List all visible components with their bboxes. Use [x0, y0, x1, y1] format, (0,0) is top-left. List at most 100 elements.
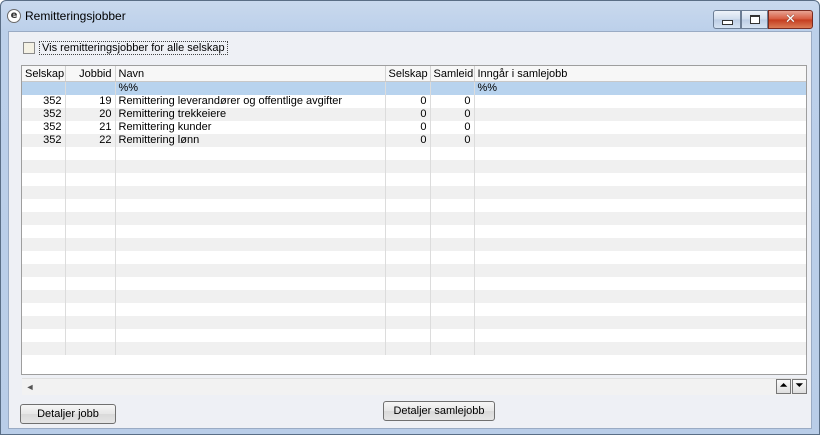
empty-cell — [385, 264, 431, 277]
empty-cell — [385, 277, 431, 290]
empty-cell — [430, 238, 475, 251]
table-cell: 0 — [385, 134, 431, 147]
app-logo-icon: e — [7, 9, 21, 23]
empty-cell — [430, 147, 475, 160]
filter-cell[interactable] — [22, 81, 66, 95]
empty-cell — [115, 212, 386, 225]
title-bar[interactable]: e Remitteringsjobber ✕ — [1, 1, 819, 31]
empty-cell — [22, 290, 66, 303]
empty-cell — [115, 199, 386, 212]
scroll-left-icon[interactable]: ◄ — [24, 381, 36, 393]
empty-cell — [474, 290, 806, 303]
empty-cell — [22, 147, 66, 160]
close-icon: ✕ — [785, 12, 796, 27]
empty-cell — [474, 186, 806, 199]
empty-cell — [430, 342, 475, 355]
empty-cell — [430, 186, 475, 199]
col-header-navn[interactable]: Navn — [115, 66, 386, 82]
filter-cell[interactable]: %% — [115, 81, 386, 95]
table-cell: 0 — [385, 95, 431, 108]
col-header-jobbid[interactable]: Jobbid — [65, 66, 116, 82]
detaljer-samlejobb-button[interactable]: Detaljer samlejobb — [383, 401, 495, 421]
table-row[interactable]: 352 22 Remittering lønn 0 0 — [22, 134, 806, 147]
empty-cell — [474, 264, 806, 277]
filter-cell[interactable]: %% — [474, 81, 806, 95]
empty-cell — [65, 212, 116, 225]
empty-cell — [22, 277, 66, 290]
empty-cell — [115, 264, 386, 277]
empty-cell — [22, 238, 66, 251]
empty-row — [22, 303, 806, 316]
empty-cell — [385, 251, 431, 264]
col-header-inngar[interactable]: Inngår i samlejobb — [474, 66, 806, 82]
empty-row — [22, 329, 806, 342]
table-cell: 0 — [430, 95, 475, 108]
table-row[interactable]: 352 20 Remittering trekkeiere 0 0 — [22, 108, 806, 121]
empty-cell — [22, 173, 66, 186]
empty-cell — [385, 212, 431, 225]
table-cell: 352 — [22, 121, 66, 134]
table-cell: 19 — [65, 95, 116, 108]
empty-cell — [430, 225, 475, 238]
show-all-label[interactable]: Vis remitteringsjobber for alle selskap — [39, 41, 228, 55]
empty-cell — [430, 264, 475, 277]
empty-row — [22, 238, 806, 251]
filter-cell[interactable] — [385, 81, 431, 95]
empty-cell — [115, 173, 386, 186]
table-cell — [474, 95, 806, 108]
table-cell: Remittering trekkeiere — [115, 108, 386, 121]
show-all-option[interactable]: Vis remitteringsjobber for alle selskap — [23, 41, 228, 55]
filter-cell[interactable] — [430, 81, 475, 95]
maximize-button[interactable] — [741, 10, 768, 29]
empty-cell — [65, 160, 116, 173]
table-cell: 21 — [65, 121, 116, 134]
empty-row — [22, 251, 806, 264]
empty-cell — [115, 251, 386, 264]
empty-cell — [115, 225, 386, 238]
empty-row — [22, 212, 806, 225]
empty-cell — [385, 147, 431, 160]
close-button[interactable]: ✕ — [768, 10, 813, 29]
table-cell: 352 — [22, 134, 66, 147]
empty-cell — [115, 329, 386, 342]
empty-row — [22, 277, 806, 290]
col-header-samleid[interactable]: Samleid — [430, 66, 475, 82]
minimize-button[interactable] — [713, 10, 741, 29]
show-all-checkbox[interactable] — [23, 42, 35, 54]
table-row[interactable]: 352 19 Remittering leverandører og offentl… — [22, 95, 806, 108]
maximize-icon — [749, 15, 760, 24]
empty-row — [22, 199, 806, 212]
empty-cell — [65, 199, 116, 212]
empty-cell — [22, 225, 66, 238]
filter-row[interactable]: %%%% — [22, 81, 806, 95]
empty-cell — [430, 160, 475, 173]
filter-cell[interactable] — [65, 81, 116, 95]
empty-cell — [65, 251, 116, 264]
empty-cell — [474, 160, 806, 173]
empty-row — [22, 290, 806, 303]
detaljer-jobb-button[interactable]: Detaljer jobb — [20, 404, 116, 424]
table-cell: 22 — [65, 134, 116, 147]
first-record-button[interactable]: ⏶ — [776, 379, 791, 394]
empty-cell — [65, 342, 116, 355]
table-row[interactable]: 352 21 Remittering kunder 0 0 — [22, 121, 806, 134]
col-header-selskap-2[interactable]: Selskap — [385, 66, 431, 82]
empty-cell — [385, 290, 431, 303]
table-cell: 0 — [385, 108, 431, 121]
empty-row — [22, 173, 806, 186]
empty-cell — [385, 238, 431, 251]
horizontal-scrollbar[interactable]: ◄ ⏶ ⏷ — [22, 378, 807, 395]
empty-cell — [474, 199, 806, 212]
empty-cell — [22, 251, 66, 264]
table-cell: 0 — [385, 121, 431, 134]
last-record-button[interactable]: ⏷ — [792, 379, 807, 394]
empty-cell — [115, 303, 386, 316]
empty-cell — [115, 290, 386, 303]
empty-cell — [430, 290, 475, 303]
table-cell: 352 — [22, 108, 66, 121]
empty-cell — [115, 160, 386, 173]
table-cell — [474, 121, 806, 134]
empty-cell — [22, 212, 66, 225]
empty-cell — [115, 316, 386, 329]
col-header-selskap[interactable]: Selskap — [22, 66, 66, 82]
